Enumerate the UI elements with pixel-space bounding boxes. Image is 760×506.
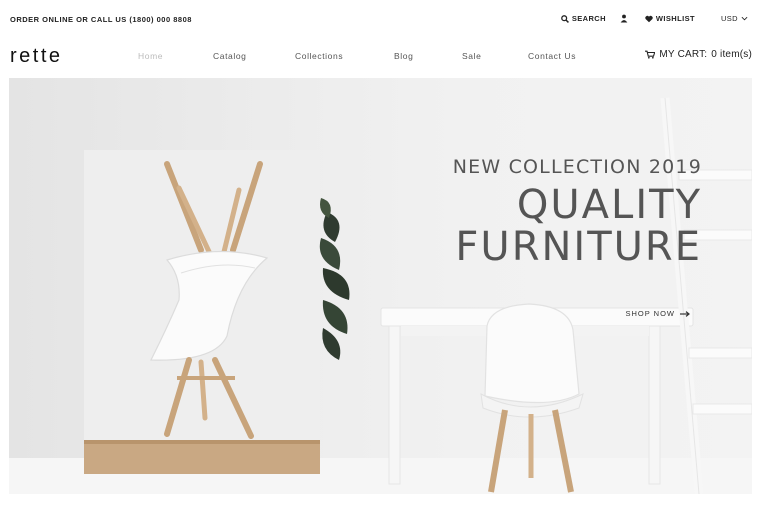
- top-utility-links: SEARCH WISHLIST USD: [547, 14, 748, 23]
- currency-selector[interactable]: USD: [721, 14, 748, 23]
- nav-contact-us[interactable]: Contact Us: [528, 51, 576, 61]
- search-icon: [561, 14, 569, 23]
- cart-count: 0 item(s): [711, 49, 752, 60]
- nav-sale[interactable]: Sale: [462, 51, 481, 61]
- hero-banner: NEW COLLECTION 2019 QUALITY FURNITURE SH…: [9, 78, 752, 494]
- shop-now-button[interactable]: SHOP NOW: [625, 309, 690, 318]
- cart-label: MY CART:: [659, 49, 708, 60]
- arrow-right-icon: [680, 310, 690, 317]
- hero-image: [9, 97, 752, 494]
- cart-button[interactable]: MY CART: 0 item(s): [645, 49, 752, 60]
- account-link[interactable]: [620, 14, 631, 23]
- logo[interactable]: rette: [10, 45, 63, 68]
- main-navigation-bar: rette Home Catalog Collections Blog Sale…: [0, 40, 760, 76]
- shop-now-label: SHOP NOW: [625, 309, 675, 318]
- hero-subtitle: NEW COLLECTION 2019: [452, 156, 702, 178]
- order-phone-text: ORDER ONLINE OR CALL US (1800) 000 8808: [10, 15, 192, 24]
- heart-icon: [645, 15, 653, 22]
- wishlist-link[interactable]: WISHLIST: [645, 14, 695, 23]
- nav-collections[interactable]: Collections: [295, 51, 343, 61]
- nav-catalog[interactable]: Catalog: [213, 51, 247, 61]
- hero-title-line-1: QUALITY: [516, 182, 702, 228]
- search-link[interactable]: SEARCH: [561, 14, 606, 23]
- top-bar: ORDER ONLINE OR CALL US (1800) 000 8808 …: [0, 0, 760, 40]
- user-icon: [620, 14, 628, 23]
- hero-title-line-2: FURNITURE: [455, 224, 702, 270]
- cart-icon: [645, 50, 656, 59]
- nav-home[interactable]: Home: [138, 51, 163, 61]
- wishlist-label: WISHLIST: [655, 14, 695, 23]
- hero-headline: NEW COLLECTION 2019 QUALITY FURNITURE: [453, 156, 702, 268]
- chevron-down-icon: [741, 16, 748, 21]
- nav-blog[interactable]: Blog: [394, 51, 413, 61]
- search-label: SEARCH: [571, 14, 606, 23]
- currency-label: USD: [720, 14, 738, 23]
